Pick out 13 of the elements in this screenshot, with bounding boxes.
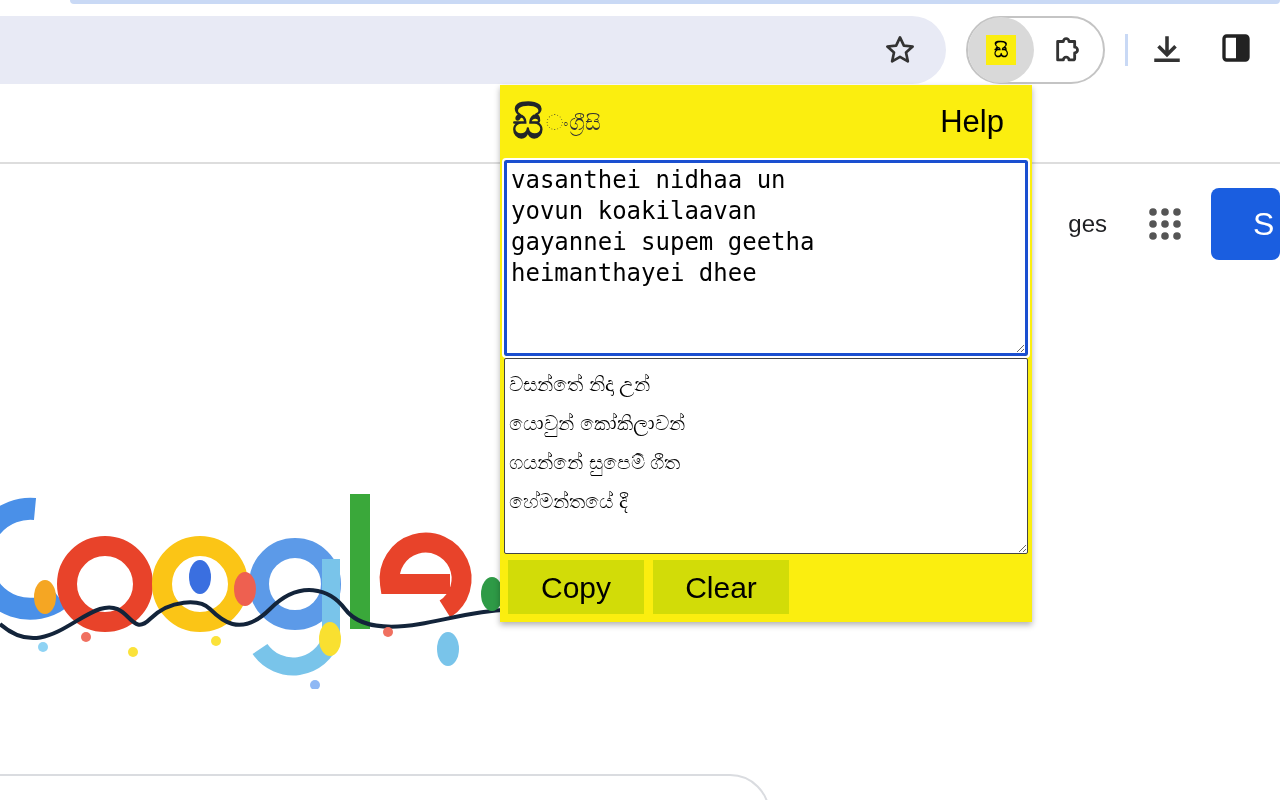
apps-grid-icon[interactable] <box>1149 208 1181 240</box>
logo-text: ංග්‍රීසි <box>546 109 601 138</box>
logo-mark: සි <box>512 100 544 145</box>
sign-in-button[interactable]: S <box>1211 188 1280 260</box>
input-field[interactable]: vasanthei nidhaa un yovun koakilaavan gayannei supem geetha heimanthayei dhee <box>504 160 1028 356</box>
bookmark-star-icon[interactable] <box>884 34 916 66</box>
clear-button[interactable]: Clear <box>653 560 789 614</box>
side-panel-icon[interactable] <box>1220 32 1252 64</box>
output-field[interactable]: වසන්තේ නිදා උන් යොවුන් කෝකිලාවන් ගයන්නේ සුපෙම් ගීත හේමන්තයේ දී <box>504 358 1028 554</box>
help-link[interactable]: Help <box>940 99 1004 146</box>
extension-button[interactable]: සි <box>968 17 1034 83</box>
images-link[interactable]: ges <box>1068 206 1107 242</box>
copy-button[interactable]: Copy <box>508 560 644 614</box>
